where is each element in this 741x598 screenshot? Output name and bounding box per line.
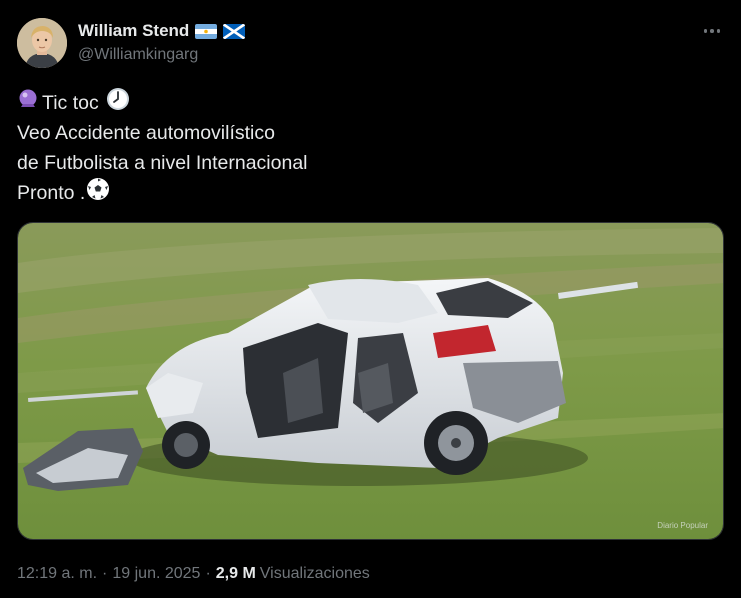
tweet-date[interactable]: 19 jun. 2025 — [112, 565, 200, 583]
tweet-line-3-text: de Futbolista a nivel Internacional — [17, 152, 308, 174]
tweet-line-2: Veo Accidente automovilístico — [17, 118, 308, 148]
soccer-ball-icon — [85, 177, 110, 210]
tweet-line-1-text: Tic toc — [42, 92, 99, 114]
tweet-line-3: de Futbolista a nivel Internacional — [17, 148, 308, 178]
tweet-line-4: Pronto . — [17, 177, 308, 210]
meta-separator-2: · — [205, 565, 211, 582]
tweet-media-photo[interactable]: Diario Popular — [17, 222, 724, 540]
tweet: William Stend @Williamkingarg Tic toc Ve… — [0, 0, 741, 598]
tweet-line-4-text: Pronto . — [17, 182, 86, 204]
views-label: Visualizaciones — [259, 565, 370, 582]
tweet-meta: 12:19 a. m. · 19 jun. 2025 · 2,9 M Visua… — [17, 565, 370, 583]
author-display-name[interactable]: William Stend — [78, 21, 189, 41]
argentina-flag-icon — [195, 23, 218, 39]
tweet-text: Tic toc Veo Accidente automovilístico de… — [17, 87, 308, 210]
avatar[interactable] — [17, 18, 67, 68]
scotland-flag-icon — [223, 23, 246, 39]
meta-separator: · — [102, 565, 108, 582]
tweet-line-2-text: Veo Accidente automovilístico — [17, 122, 275, 144]
tweet-time[interactable]: 12:19 a. m. — [17, 565, 97, 583]
media-watermark: Diario Popular — [657, 521, 708, 530]
tweet-line-1: Tic toc — [17, 87, 308, 120]
author-handle[interactable]: @Williamkingarg — [78, 46, 198, 64]
author-name-row[interactable]: William Stend — [78, 21, 246, 41]
views-count: 2,9 M — [215, 565, 256, 582]
clock-icon — [99, 87, 130, 120]
more-options-icon[interactable] — [701, 20, 723, 42]
crystal-ball-icon — [17, 88, 42, 119]
